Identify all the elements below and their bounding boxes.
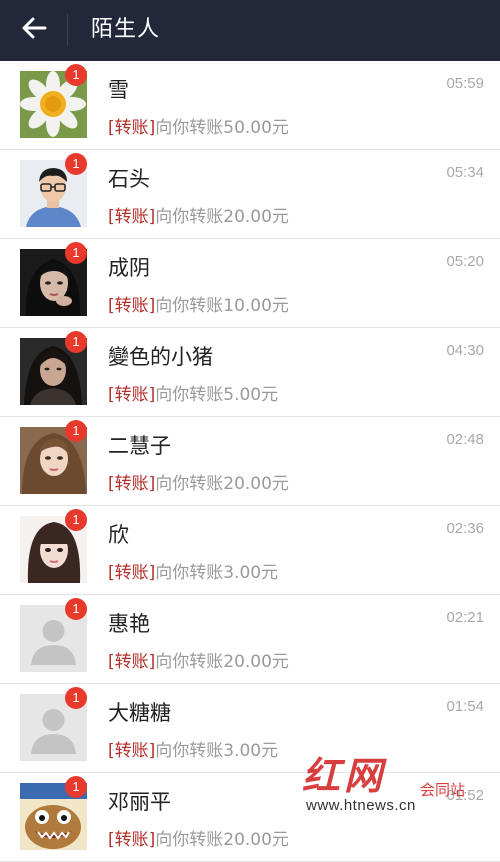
transfer-tag: [转账] bbox=[108, 830, 156, 850]
arrow-left-icon bbox=[21, 17, 47, 43]
contact-name: 變色的小猪 bbox=[108, 345, 213, 369]
transfer-tag: [转账] bbox=[108, 741, 156, 761]
news-watermark: 红网 会同站 www.htnews.cn bbox=[300, 745, 500, 815]
message-preview: [转账]向你转账20.00元 bbox=[108, 202, 289, 227]
message-text: 向你转账20.00元 bbox=[155, 652, 289, 672]
contact-name: 二慧子 bbox=[108, 434, 171, 458]
unread-badge: 1 bbox=[65, 242, 87, 264]
transfer-tag: [转账] bbox=[108, 118, 156, 138]
timestamp: 02:36 bbox=[446, 520, 484, 537]
transfer-tag: [转账] bbox=[108, 207, 156, 227]
message-text: 向你转账3.00元 bbox=[155, 741, 279, 761]
timestamp: 04:30 bbox=[446, 342, 484, 359]
transfer-tag: [转账] bbox=[108, 563, 156, 583]
contact-name: 石头 bbox=[108, 167, 150, 191]
transfer-tag: [转账] bbox=[108, 385, 156, 405]
watermark-url: www.htnews.cn bbox=[306, 797, 416, 814]
message-preview: [转账]向你转账50.00元 bbox=[108, 113, 289, 138]
message-preview: [转账]向你转账20.00元 bbox=[108, 647, 289, 672]
conversation-list: 1 雪 [转账]向你转账50.00元 05:59 1 石头 [转账]向你转账20… bbox=[0, 61, 500, 862]
conversation-item[interactable]: 1 變色的小猪 [转账]向你转账5.00元 04:30 bbox=[0, 328, 500, 417]
watermark-logo: 红网 bbox=[302, 753, 387, 798]
back-button[interactable] bbox=[14, 10, 54, 50]
contact-name: 惠艳 bbox=[108, 612, 150, 636]
message-preview: [转账]向你转账3.00元 bbox=[108, 558, 278, 583]
timestamp: 05:20 bbox=[446, 253, 484, 270]
unread-badge: 1 bbox=[65, 64, 87, 86]
contact-name: 欣 bbox=[108, 523, 129, 547]
timestamp: 05:34 bbox=[446, 164, 484, 181]
message-preview: [转账]向你转账20.00元 bbox=[108, 825, 289, 850]
unread-badge: 1 bbox=[65, 598, 87, 620]
timestamp: 05:59 bbox=[446, 75, 484, 92]
transfer-tag: [转账] bbox=[108, 652, 156, 672]
unread-badge: 1 bbox=[65, 509, 87, 531]
message-text: 向你转账5.00元 bbox=[155, 385, 279, 405]
message-text: 向你转账3.00元 bbox=[155, 563, 279, 583]
contact-name: 大糖糖 bbox=[108, 701, 171, 725]
conversation-item[interactable]: 1 石头 [转账]向你转账20.00元 05:34 bbox=[0, 150, 500, 239]
message-preview: [转账]向你转账10.00元 bbox=[108, 291, 289, 316]
page-title: 陌生人 bbox=[91, 17, 161, 42]
message-text: 向你转账10.00元 bbox=[155, 296, 289, 316]
contact-name: 成阴 bbox=[108, 256, 150, 280]
message-preview: [转账]向你转账5.00元 bbox=[108, 380, 278, 405]
message-preview: [转账]向你转账3.00元 bbox=[108, 736, 278, 761]
transfer-tag: [转账] bbox=[108, 296, 156, 316]
message-text: 向你转账20.00元 bbox=[155, 830, 289, 850]
transfer-tag: [转账] bbox=[108, 474, 156, 494]
timestamp: 02:21 bbox=[446, 609, 484, 626]
unread-badge: 1 bbox=[65, 776, 87, 798]
top-bar: 陌生人 bbox=[0, 0, 500, 61]
header-divider bbox=[67, 14, 68, 46]
message-preview: [转账]向你转账20.00元 bbox=[108, 469, 289, 494]
timestamp: 01:54 bbox=[446, 698, 484, 715]
conversation-item[interactable]: 1 成阴 [转账]向你转账10.00元 05:20 bbox=[0, 239, 500, 328]
unread-badge: 1 bbox=[65, 331, 87, 353]
message-text: 向你转账20.00元 bbox=[155, 207, 289, 227]
conversation-item[interactable]: 1 雪 [转账]向你转账50.00元 05:59 bbox=[0, 61, 500, 150]
message-text: 向你转账20.00元 bbox=[155, 474, 289, 494]
unread-badge: 1 bbox=[65, 420, 87, 442]
contact-name: 邓丽平 bbox=[108, 790, 171, 814]
conversation-item[interactable]: 1 惠艳 [转账]向你转账20.00元 02:21 bbox=[0, 595, 500, 684]
conversation-item[interactable]: 1 欣 [转账]向你转账3.00元 02:36 bbox=[0, 506, 500, 595]
message-text: 向你转账50.00元 bbox=[155, 118, 289, 138]
watermark-subtitle: 会同站 bbox=[420, 781, 466, 799]
conversation-item[interactable]: 1 二慧子 [转账]向你转账20.00元 02:48 bbox=[0, 417, 500, 506]
timestamp: 02:48 bbox=[446, 431, 484, 448]
unread-badge: 1 bbox=[65, 153, 87, 175]
unread-badge: 1 bbox=[65, 687, 87, 709]
contact-name: 雪 bbox=[108, 78, 129, 102]
